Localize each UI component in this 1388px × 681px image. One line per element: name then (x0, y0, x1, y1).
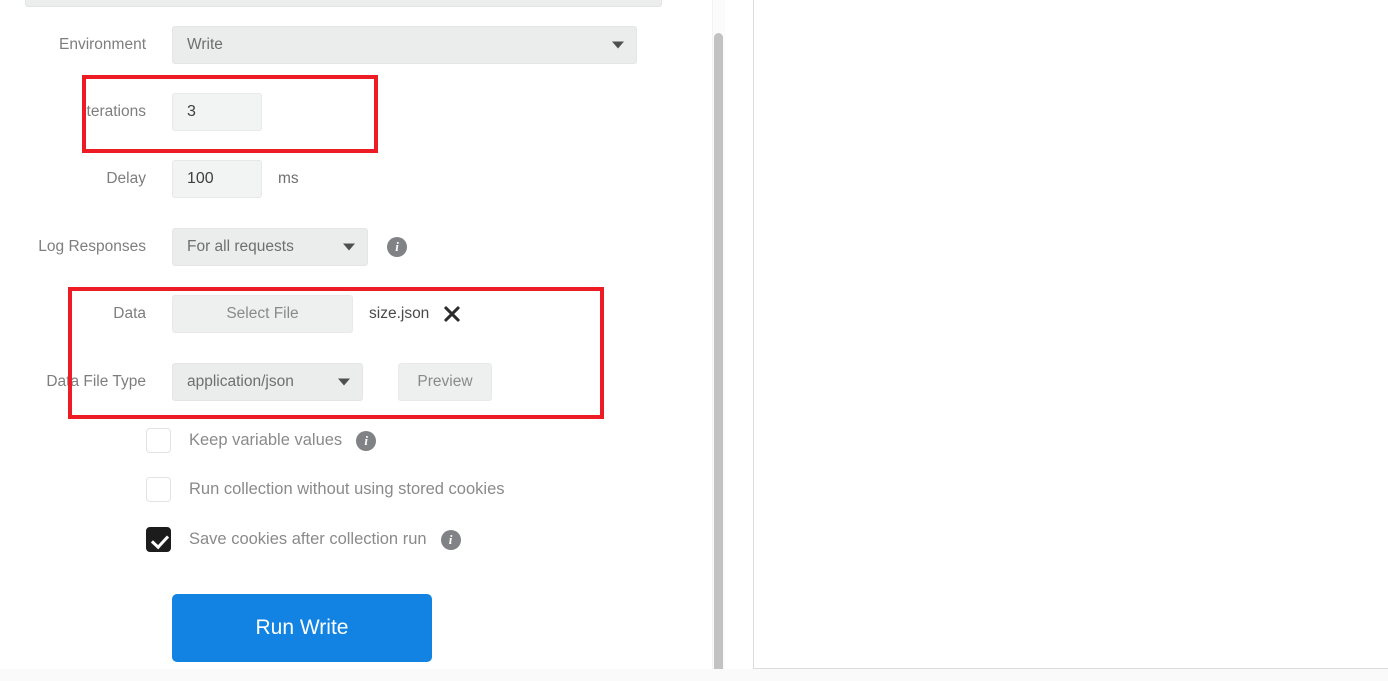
option-run-without-cookies[interactable]: Run collection without using stored cook… (146, 477, 505, 502)
runner-screen: Environment Write Iterations 3 Delay 100… (0, 0, 1388, 681)
option-save-cookies[interactable]: Save cookies after collection run i (146, 527, 461, 552)
chevron-down-icon (612, 41, 624, 49)
chevron-down-icon (338, 378, 350, 386)
save-cookies-label: Save cookies after collection run (189, 530, 427, 548)
bottom-strip (0, 669, 1388, 681)
data-file-type-label: Data File Type (46, 373, 146, 390)
data-file-type-row: Data File Type application/json Preview (0, 363, 492, 401)
log-responses-select[interactable]: For all requests (172, 228, 368, 266)
data-file-name: size.json (369, 305, 430, 322)
delay-label: Delay (106, 170, 146, 187)
run-collection-button[interactable]: Run Write (172, 594, 432, 662)
collection-runner-pane: Environment Write Iterations 3 Delay 100… (0, 0, 712, 681)
results-panel (753, 0, 1388, 669)
save-cookies-info-icon[interactable]: i (440, 529, 461, 550)
runner-scrollbar-track[interactable] (712, 0, 725, 681)
iterations-input[interactable]: 3 (172, 93, 262, 131)
environment-row: Environment Write (0, 26, 637, 64)
log-responses-label: Log Responses (38, 238, 146, 255)
log-responses-value: For all requests (187, 238, 294, 255)
keep-variable-values-info-icon[interactable]: i (356, 430, 377, 451)
log-responses-row: Log Responses For all requests i (0, 228, 407, 266)
keep-variable-values-checkbox[interactable] (146, 428, 171, 453)
data-file-type-select[interactable]: application/json (172, 363, 363, 401)
log-responses-info-icon[interactable]: i (387, 237, 407, 257)
iterations-row: Iterations 3 (0, 93, 262, 131)
data-row: Data Select File size.json (0, 295, 462, 333)
iterations-label: Iterations (82, 103, 146, 120)
close-icon[interactable] (442, 304, 462, 324)
select-file-button[interactable]: Select File (172, 295, 353, 333)
data-file-type-value: application/json (187, 373, 294, 390)
save-cookies-checkbox[interactable] (146, 527, 171, 552)
data-label: Data (113, 305, 146, 322)
environment-select[interactable]: Write (172, 26, 637, 64)
delay-unit-label: ms (278, 170, 299, 187)
results-pane (726, 0, 1388, 681)
environment-value: Write (187, 36, 223, 53)
run-without-cookies-label: Run collection without using stored cook… (189, 480, 505, 498)
delay-value: 100 (187, 170, 214, 187)
iterations-value: 3 (187, 103, 196, 120)
preview-button[interactable]: Preview (398, 363, 492, 401)
runner-scrollbar-thumb[interactable] (714, 33, 723, 681)
option-keep-variable-values[interactable]: Keep variable values i (146, 428, 377, 453)
delay-row: Delay 100 ms (0, 160, 299, 198)
chevron-down-icon (343, 243, 355, 251)
cutoff-field-above (25, 0, 662, 7)
environment-label: Environment (58, 36, 146, 53)
run-without-cookies-checkbox[interactable] (146, 477, 171, 502)
delay-input[interactable]: 100 (172, 160, 262, 198)
keep-variable-values-label: Keep variable values (189, 431, 343, 449)
